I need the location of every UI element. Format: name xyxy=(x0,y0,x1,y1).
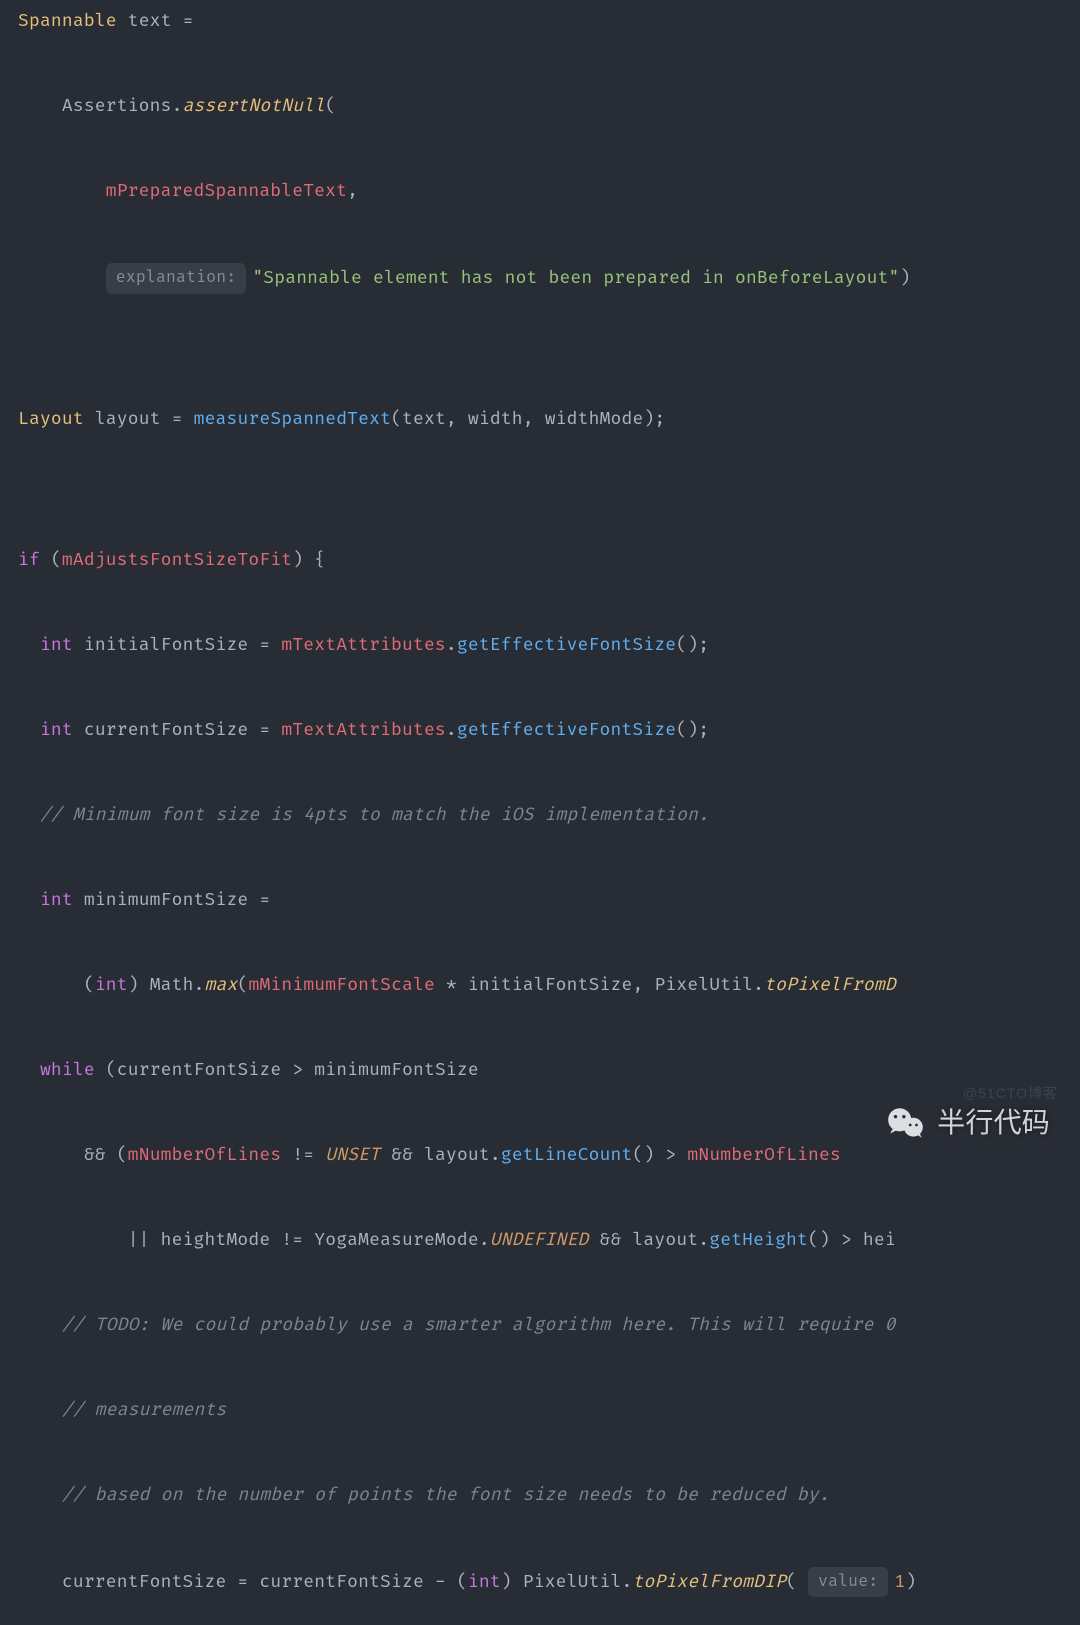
code-line: Assertions.assertNotNull( xyxy=(18,93,1080,122)
code-line: int initialFontSize = mTextAttributes.ge… xyxy=(18,632,1080,661)
code-line: mPreparedSpannableText, xyxy=(18,178,1080,207)
code-line: // measurements xyxy=(18,1397,1080,1426)
wechat-icon xyxy=(885,1103,927,1145)
code-line: (int) Math.max(mMinimumFontScale * initi… xyxy=(18,972,1080,1001)
code-line: int currentFontSize = mTextAttributes.ge… xyxy=(18,717,1080,746)
inline-hint: value: xyxy=(808,1567,888,1598)
code-line: if (mAdjustsFontSizeToFit) { xyxy=(18,547,1080,576)
wechat-label: 半行代码 xyxy=(937,1101,1050,1146)
wechat-signature: 半行代码 xyxy=(885,1101,1050,1146)
code-block: Spannable text = Assertions.assertNotNul… xyxy=(18,8,1080,1625)
code-line: Layout layout = measureSpannedText(text,… xyxy=(18,406,1080,435)
code-line: || heightMode != YogaMeasureMode.UNDEFIN… xyxy=(18,1227,1080,1256)
code-line: while (currentFontSize > minimumFontSize xyxy=(18,1057,1080,1086)
code-line: // based on the number of points the fon… xyxy=(18,1482,1080,1511)
code-line: currentFontSize = currentFontSize - (int… xyxy=(18,1567,1080,1598)
code-line: // Minimum font size is 4pts to match th… xyxy=(18,802,1080,831)
code-line: int minimumFontSize = xyxy=(18,887,1080,916)
code-line: explanation:"Spannable element has not b… xyxy=(18,263,1080,294)
code-line: // TODO: We could probably use a smarter… xyxy=(18,1312,1080,1341)
inline-hint: explanation: xyxy=(106,263,247,294)
code-line: Spannable text = xyxy=(18,8,1080,37)
